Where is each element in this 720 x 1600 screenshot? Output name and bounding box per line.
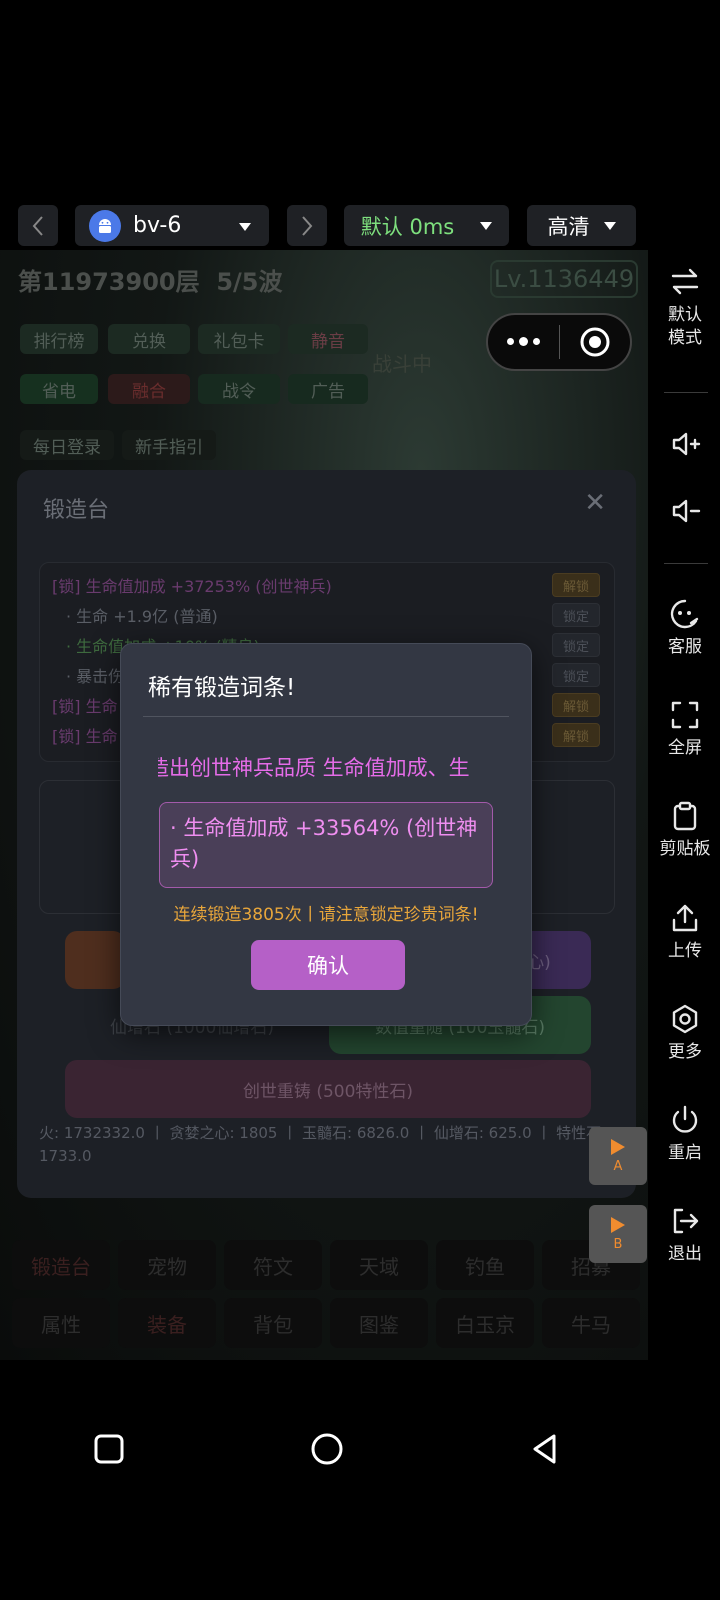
tab-fishing[interactable]: 钓鱼	[436, 1240, 534, 1290]
clipboard-icon	[673, 801, 697, 831]
tab-attributes[interactable]: 属性	[12, 1298, 110, 1348]
latency-selector[interactable]: 默认 0ms	[344, 205, 509, 246]
caret-down-icon	[480, 221, 493, 230]
lock-button[interactable]: 锁定	[552, 603, 600, 627]
caret-down-icon	[239, 223, 251, 231]
play-icon	[611, 1138, 625, 1155]
chevron-right-icon	[302, 215, 313, 236]
attribute-row: · 生命 +1.9亿 (普通)	[66, 607, 218, 626]
game-button[interactable]: 静音	[288, 324, 368, 354]
tab-backpack[interactable]: 背包	[224, 1298, 322, 1348]
sidebar-restart[interactable]: 重启	[650, 1104, 720, 1165]
device-name: bv-6	[133, 213, 182, 238]
play-icon	[611, 1216, 625, 1233]
volume-up-icon	[672, 432, 701, 456]
tab-baiyujing[interactable]: 白玉京	[436, 1298, 534, 1348]
battle-status: 战斗中	[372, 352, 432, 376]
volume-down-icon	[672, 499, 701, 523]
game-button[interactable]: 省电	[20, 374, 98, 404]
level-badge: Lv.1136449	[490, 260, 638, 298]
fullscreen-icon	[671, 701, 699, 729]
game-button[interactable]: 新手指引	[122, 430, 216, 460]
lock-button[interactable]: 锁定	[552, 633, 600, 657]
volume-up-button[interactable]	[650, 428, 720, 460]
next-device-button[interactable]	[287, 205, 327, 246]
game-button[interactable]: 战令	[198, 374, 280, 404]
attribute-row: [锁] 生命	[52, 697, 118, 716]
sidebar-mode[interactable]: 默认 模式	[650, 266, 720, 350]
forge-button-left[interactable]	[65, 931, 125, 989]
game-button[interactable]: 兑换	[108, 324, 190, 354]
game-button[interactable]: 礼包卡	[198, 324, 280, 354]
caret-down-icon	[603, 221, 616, 230]
tab-equipment[interactable]: 装备	[118, 1298, 216, 1348]
tab-niuma[interactable]: 牛马	[542, 1298, 640, 1348]
lock-button[interactable]: 锁定	[552, 663, 600, 687]
tab-codex[interactable]: 图鉴	[330, 1298, 428, 1348]
recents-square-icon[interactable]	[94, 1434, 124, 1464]
sidebar-fullscreen[interactable]: 全屏	[650, 699, 720, 760]
latency-label: 默认 0ms	[360, 214, 455, 239]
game-button[interactable]: 排行榜	[20, 324, 98, 354]
game-button[interactable]: 广告	[288, 374, 368, 404]
dialog-title: 稀有锻造词条!	[148, 675, 296, 701]
unlock-button[interactable]: 解锁	[552, 723, 600, 747]
sidebar-upload[interactable]: 上传	[650, 902, 720, 963]
resource-stats: 火: 1732332.0 丨 贪婪之心: 1805 丨 玉髓石: 6826.0 …	[39, 1124, 607, 1165]
switch-arrows-icon	[671, 268, 699, 295]
floor-wave-label: 第11973900层 5/5波	[18, 268, 283, 296]
volume-down-button[interactable]	[650, 495, 720, 527]
tab-forge[interactable]: 锻造台	[12, 1240, 110, 1290]
close-target-icon[interactable]	[560, 326, 631, 358]
game-button[interactable]: 融合	[108, 374, 190, 404]
forged-affix-result: · 生命值加成 +33564% (创世神兵)	[159, 802, 493, 888]
attribute-row: [锁] 生命值加成 +37253% (创世神兵)	[52, 577, 332, 596]
genesis-recast-button[interactable]: 创世重铸 (500特性石)	[65, 1060, 591, 1118]
tab-sky[interactable]: 天域	[330, 1240, 428, 1290]
hexagon-settings-icon	[672, 1004, 698, 1034]
unlock-button[interactable]: 解锁	[552, 693, 600, 717]
forge-count-notice: 连续锻造3805次丨请注意锁定珍贵词条!	[173, 905, 479, 925]
game-button[interactable]: 每日登录	[20, 430, 114, 460]
prev-device-button[interactable]	[18, 205, 58, 246]
key-b-button[interactable]: B	[589, 1205, 647, 1263]
forge-title: 锻造台	[43, 498, 110, 523]
tab-rune[interactable]: 符文	[224, 1240, 322, 1290]
key-a-button[interactable]: A	[589, 1127, 647, 1185]
device-selector[interactable]: bv-6	[75, 205, 269, 246]
attribute-row: [锁] 生命	[52, 727, 118, 746]
sidebar-customer-service[interactable]: 客服	[650, 598, 720, 659]
confirm-button[interactable]: 确认	[251, 940, 405, 990]
customer-service-icon	[670, 599, 699, 629]
android-icon	[89, 209, 121, 242]
sidebar-more[interactable]: 更多	[650, 1003, 720, 1064]
exit-icon	[673, 1208, 699, 1234]
miniprogram-capsule	[486, 313, 632, 371]
upload-icon	[672, 904, 698, 932]
rare-affix-dialog: 稀有锻造词条! 造出创世神兵品质 生命值加成、生 · 生命值加成 +33564%…	[120, 643, 532, 1026]
tab-pet[interactable]: 宠物	[118, 1240, 216, 1290]
chevron-left-icon	[32, 215, 43, 236]
power-icon	[672, 1105, 698, 1133]
close-icon[interactable]: ✕	[584, 488, 606, 518]
sidebar-exit[interactable]: 退出	[650, 1205, 720, 1266]
scrolling-announcement: 造出创世神兵品质 生命值加成、生	[158, 756, 470, 780]
back-triangle-icon[interactable]	[530, 1433, 560, 1465]
more-dots-icon[interactable]	[488, 337, 559, 346]
quality-selector[interactable]: 高清	[527, 205, 636, 246]
sidebar-clipboard[interactable]: 剪贴板	[650, 800, 720, 861]
unlock-button[interactable]: 解锁	[552, 573, 600, 597]
home-circle-icon[interactable]	[310, 1432, 344, 1466]
quality-label: 高清	[547, 214, 590, 239]
